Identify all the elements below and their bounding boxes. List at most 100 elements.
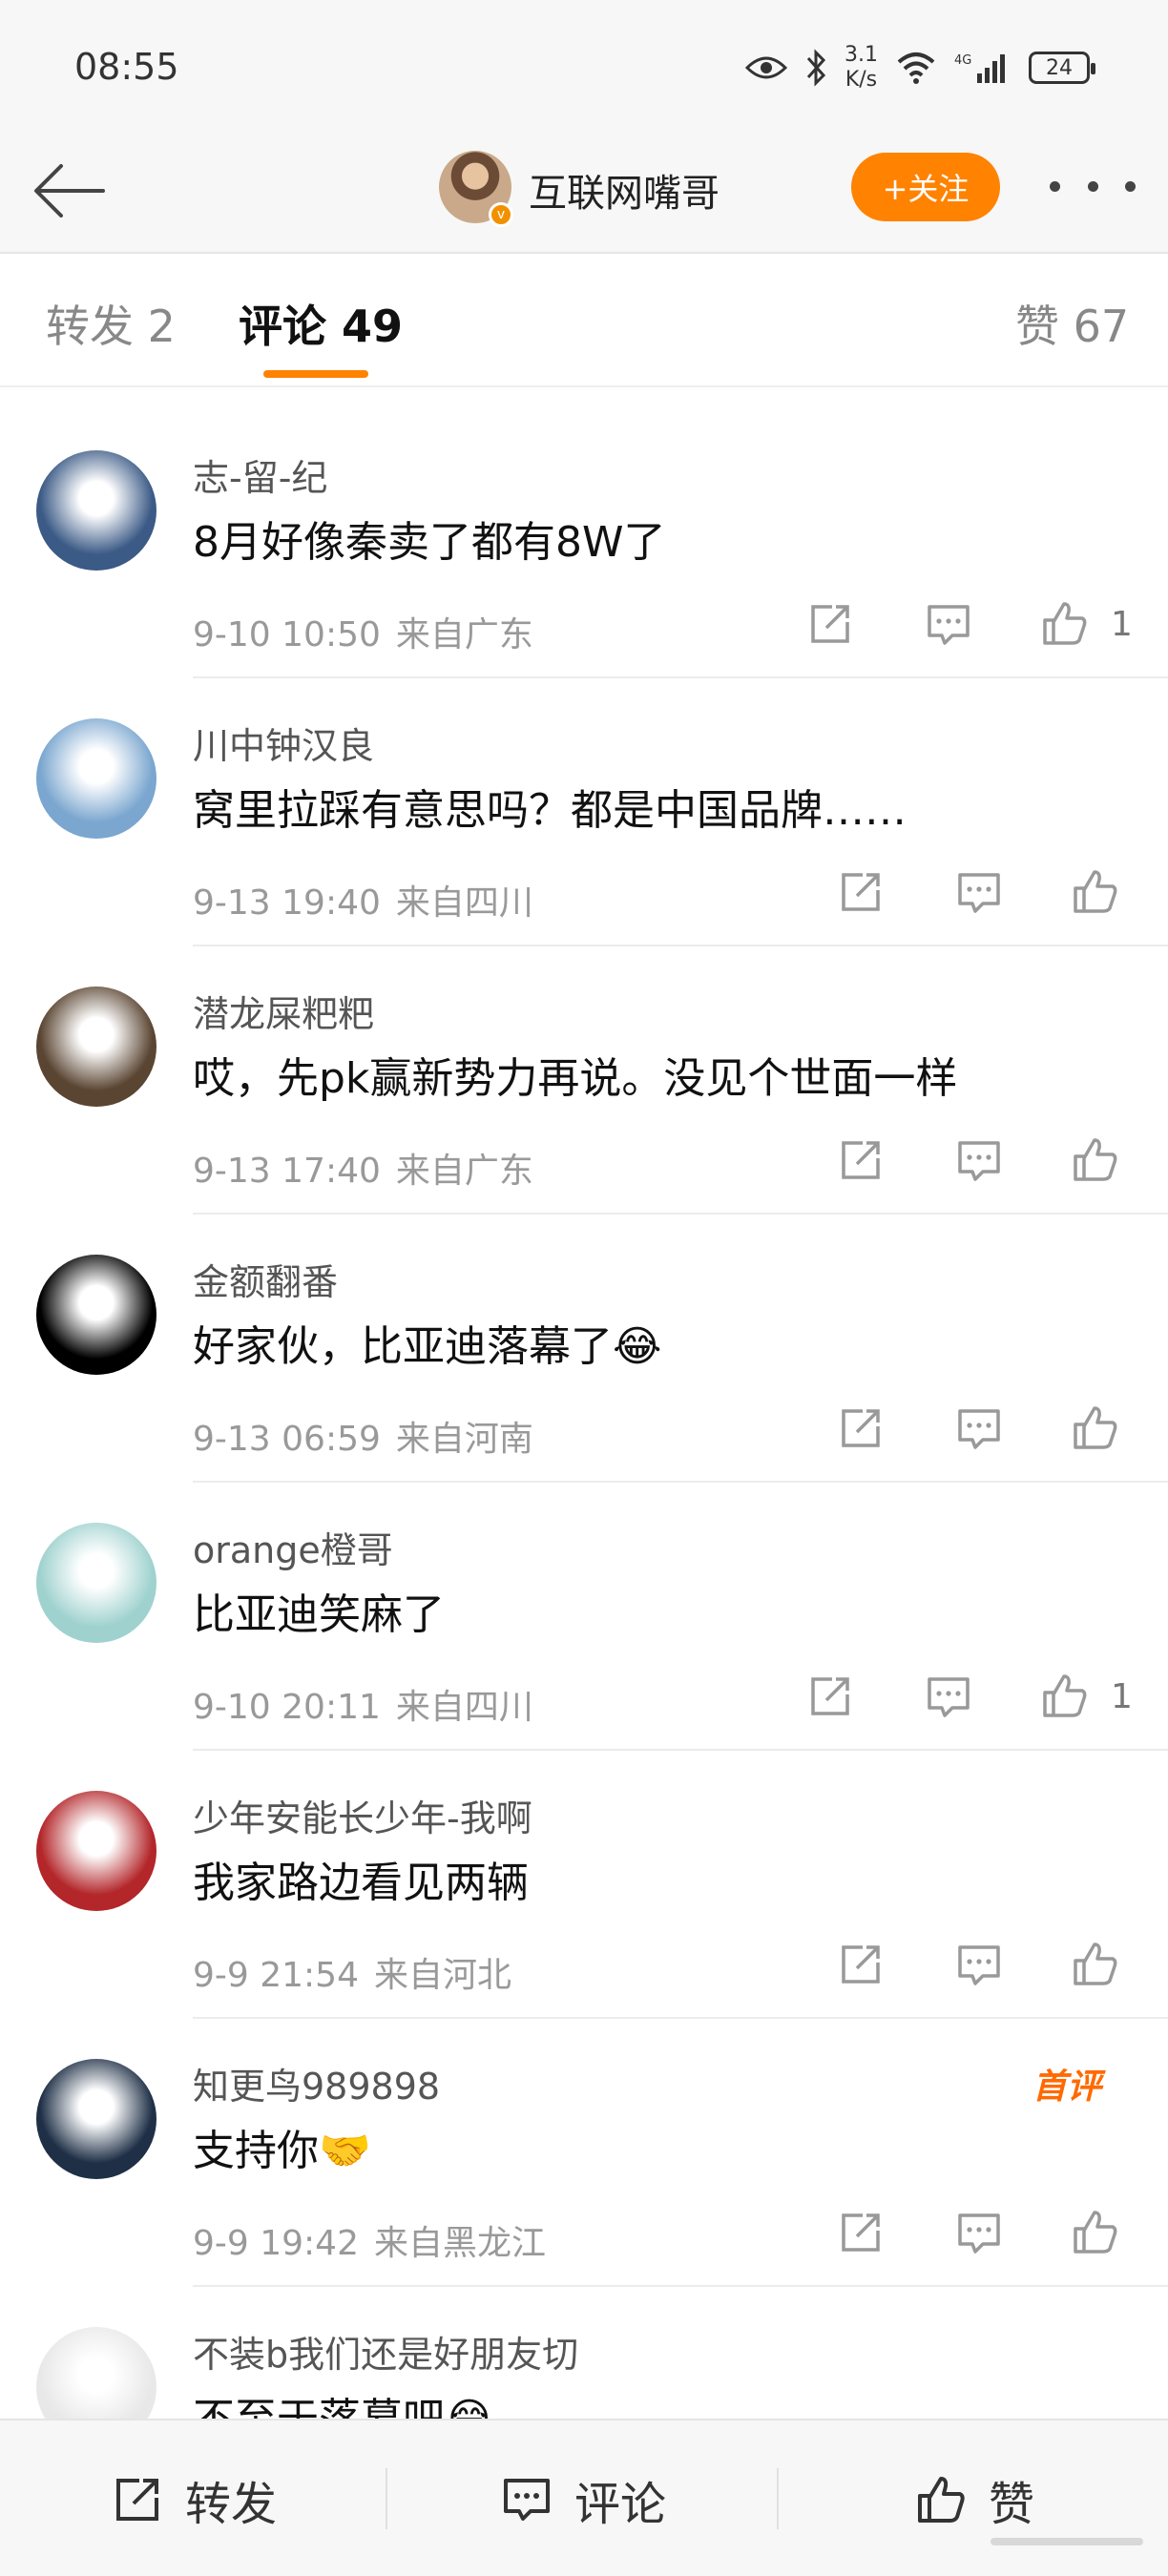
eye-icon xyxy=(745,56,787,79)
reply-icon[interactable] xyxy=(954,867,1004,917)
comment-location: 来自黑龙江 xyxy=(374,2224,547,2263)
commenter-name[interactable]: orange橙哥 xyxy=(193,1521,393,1573)
tab-comment[interactable]: 评论 49 xyxy=(239,292,403,355)
divider xyxy=(386,2468,387,2529)
thumbs-up-icon[interactable] xyxy=(1071,1135,1120,1185)
comment-text: 比亚迪笑麻了 xyxy=(193,1590,445,1639)
comment-meta: 9-13 17:40 来自广东 xyxy=(193,1143,533,1193)
comment-meta: 9-9 21:54 来自河北 xyxy=(193,1947,511,1997)
comment-time: 9-10 10:50 xyxy=(193,615,381,654)
comment-item[interactable]: orange橙哥 比亚迪笑麻了 9-10 20:11 来自四川 1 xyxy=(0,1483,1168,1751)
active-tab-indicator xyxy=(263,370,368,378)
commenter-avatar[interactable] xyxy=(36,2327,156,2419)
author-name[interactable]: 互联网嘴哥 xyxy=(529,162,720,218)
comment-item[interactable]: 不装b我们还是好朋友切不至于落幕吧😂 xyxy=(0,2287,1168,2419)
commenter-avatar[interactable] xyxy=(36,718,156,839)
comment-location: 来自广东 xyxy=(395,1152,533,1191)
reply-icon[interactable] xyxy=(954,1940,1004,1989)
commenter-name[interactable]: 川中钟汉良 xyxy=(193,717,374,769)
share-icon[interactable] xyxy=(805,1672,855,1721)
comment-meta: 9-10 10:50 来自广东 xyxy=(193,607,533,656)
thumbs-up-icon xyxy=(918,2477,965,2523)
share-icon[interactable] xyxy=(836,867,886,917)
home-indicator xyxy=(991,2538,1143,2545)
comment-meta: 9-9 19:42 来自黑龙江 xyxy=(193,2215,546,2265)
comment-meta: 9-13 19:40 来自四川 xyxy=(193,875,533,924)
reply-icon[interactable] xyxy=(954,1135,1004,1185)
like-button[interactable]: 赞 xyxy=(914,2466,1034,2533)
comment-list: 志-留-纪 8月好像秦卖了都有8W了 9-10 10:50 来自广东 1 川中钟汉良窝里拉… xyxy=(0,410,1168,2419)
follow-button[interactable]: +关注 xyxy=(851,153,1000,221)
more-options-icon[interactable] xyxy=(1050,162,1136,210)
clock: 08:55 xyxy=(74,46,179,88)
bottom-action-bar: 转发 评论 赞 xyxy=(0,2419,1168,2576)
tab-bar: 转发 2 评论 49 赞 67 xyxy=(0,254,1168,387)
signal-icon: 4G xyxy=(954,53,1005,83)
commenter-avatar[interactable] xyxy=(36,450,156,571)
commenter-name[interactable]: 潜龙屎粑粑 xyxy=(193,985,374,1037)
reply-icon[interactable] xyxy=(954,2208,1004,2257)
comment-time: 9-9 21:54 xyxy=(193,1956,359,1995)
comment-item[interactable]: 知更鸟989898 支持你🤝 首评 9-9 19:42 来自黑龙江 xyxy=(0,2019,1168,2287)
repost-button[interactable]: 转发 xyxy=(111,2466,277,2533)
like-count: 1 xyxy=(1111,605,1133,644)
tab-like[interactable]: 赞 67 xyxy=(1015,292,1129,355)
comment-text: 窝里拉踩有意思吗？都是中国品牌…… xyxy=(193,786,907,835)
battery-icon: 24 xyxy=(1029,52,1095,84)
commenter-name[interactable]: 志-留-纪 xyxy=(193,448,327,501)
thumbs-up-icon[interactable] xyxy=(1040,599,1090,649)
reply-icon[interactable] xyxy=(954,1403,1004,1453)
reply-icon[interactable] xyxy=(924,1672,973,1721)
status-icons: 3.1 K/s 4G 24 xyxy=(745,34,1095,101)
comment-location: 来自四川 xyxy=(395,883,533,923)
comment-item[interactable]: 潜龙屎粑粑哎，先pk赢新势力再说。没见个世面一样 9-13 17:40 来自广东 xyxy=(0,946,1168,1215)
tab-repost[interactable]: 转发 2 xyxy=(46,292,176,355)
comment-text: 支持你🤝 xyxy=(193,2127,371,2175)
comment-text: 不至于落幕吧😂 xyxy=(193,2384,493,2419)
top-nav: v 互联网嘴哥 +关注 xyxy=(0,134,1168,254)
comment-time: 9-13 19:40 xyxy=(193,883,381,923)
commenter-avatar[interactable] xyxy=(36,2059,156,2179)
commenter-name[interactable]: 少年安能长少年-我啊 xyxy=(193,1789,532,1841)
status-bar: 08:55 3.1 K/s 4G 24 xyxy=(0,0,1168,134)
comment-icon xyxy=(504,2479,550,2521)
comment-time: 9-13 06:59 xyxy=(193,1420,381,1459)
thumbs-up-icon[interactable] xyxy=(1071,1940,1120,1989)
thumbs-up-icon[interactable] xyxy=(1040,1672,1090,1721)
comment-location: 来自河南 xyxy=(395,1420,533,1459)
back-arrow-icon[interactable] xyxy=(27,153,113,229)
commenter-avatar[interactable] xyxy=(36,1255,156,1375)
commenter-avatar[interactable] xyxy=(36,1523,156,1643)
commenter-avatar[interactable] xyxy=(36,1791,156,1911)
wifi-icon xyxy=(897,52,935,84)
comment-item[interactable]: 少年安能长少年-我啊我家路边看见两辆 9-9 21:54 来自河北 xyxy=(0,1751,1168,2019)
commenter-name[interactable]: 金额翻番 xyxy=(193,1253,338,1305)
comment-time: 9-10 20:11 xyxy=(193,1688,381,1727)
share-icon[interactable] xyxy=(805,599,855,649)
comment-text: 哎，先pk赢新势力再说。没见个世面一样 xyxy=(193,1054,958,1103)
repost-icon xyxy=(116,2479,158,2521)
share-icon[interactable] xyxy=(836,1135,886,1185)
reply-icon[interactable] xyxy=(924,599,973,649)
share-icon[interactable] xyxy=(836,1940,886,1989)
share-icon[interactable] xyxy=(836,1403,886,1453)
comment-location: 来自四川 xyxy=(395,1688,533,1727)
commenter-name[interactable]: 不装b我们还是好朋友切 xyxy=(193,2325,578,2378)
comment-item[interactable]: 金额翻番 好家伙，比亚迪落幕了😂 9-13 06:59 来自河南 xyxy=(0,1215,1168,1483)
commenter-name[interactable]: 知更鸟989898 xyxy=(193,2057,440,2109)
comment-item[interactable]: 川中钟汉良窝里拉踩有意思吗？都是中国品牌…… 9-13 19:40 来自四川 xyxy=(0,678,1168,946)
comment-text: 我家路边看见两辆 xyxy=(193,1859,529,1907)
share-icon[interactable] xyxy=(836,2208,886,2257)
comment-time: 9-13 17:40 xyxy=(193,1152,381,1191)
comment-button[interactable]: 评论 xyxy=(500,2466,666,2533)
thumbs-up-icon[interactable] xyxy=(1071,1403,1120,1453)
thumbs-up-icon[interactable] xyxy=(1071,867,1120,917)
thumbs-up-icon[interactable] xyxy=(1071,2208,1120,2257)
comment-time: 9-9 19:42 xyxy=(193,2224,359,2263)
comment-item[interactable]: 志-留-纪 8月好像秦卖了都有8W了 9-10 10:50 来自广东 1 xyxy=(0,410,1168,678)
comment-text: 8月好像秦卖了都有8W了 xyxy=(193,518,666,567)
comment-location: 来自河北 xyxy=(374,1956,512,1995)
comment-location: 来自广东 xyxy=(395,615,533,654)
first-comment-badge: 首评 xyxy=(1032,2067,1101,2107)
commenter-avatar[interactable] xyxy=(36,987,156,1107)
